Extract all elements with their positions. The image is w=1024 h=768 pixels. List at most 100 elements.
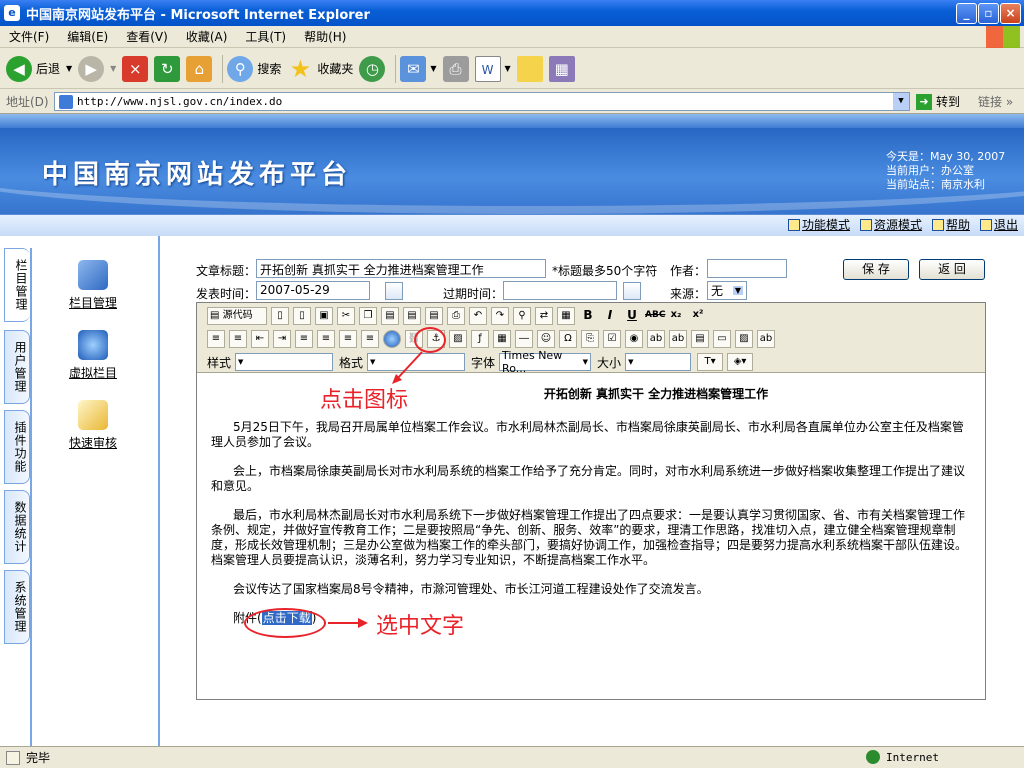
title-input[interactable]: 开拓创新 真抓实干 全力推进档案管理工作 xyxy=(256,259,546,278)
chevron-down-icon[interactable]: ▼ xyxy=(505,64,511,73)
paste-icon[interactable]: ▤ xyxy=(381,307,399,325)
tab-column-management[interactable]: 栏目管理 xyxy=(4,248,30,322)
links-button[interactable]: 链接 » xyxy=(978,93,1013,110)
style-select[interactable] xyxy=(235,353,334,371)
close-button[interactable]: × xyxy=(1000,3,1021,24)
bold-icon[interactable]: B xyxy=(579,307,597,325)
home-button[interactable]: ⌂ xyxy=(186,52,213,86)
select-all-icon[interactable]: ▦ xyxy=(557,307,575,325)
menu-view[interactable]: 查看(V) xyxy=(117,28,177,45)
expire-input[interactable] xyxy=(503,281,617,300)
smiley-icon[interactable]: ☺ xyxy=(537,330,555,348)
search-button[interactable]: ⚲ 搜索 xyxy=(227,52,281,86)
forward-button[interactable]: ▶ ▼ xyxy=(78,52,116,86)
back-button[interactable]: ◀ 后退 ▼ xyxy=(6,52,72,86)
stop-button[interactable]: × xyxy=(122,52,149,86)
nav-function-mode[interactable]: 功能模式 xyxy=(787,216,850,233)
back-button[interactable]: 返 回 xyxy=(919,259,985,280)
refresh-button[interactable]: ↻ xyxy=(154,52,181,86)
redo-icon[interactable]: ↷ xyxy=(491,307,509,325)
chevron-down-icon[interactable]: ▼ xyxy=(66,64,72,73)
find-icon[interactable]: ⚲ xyxy=(513,307,531,325)
page-break-icon[interactable]: ⎘ xyxy=(581,330,599,348)
calendar-icon[interactable] xyxy=(623,282,641,300)
background-color-icon[interactable]: ◈▾ xyxy=(727,353,754,371)
sidebar-item-virtual-column[interactable]: 虚拟栏目 xyxy=(60,330,126,381)
nav-help[interactable]: 帮助 xyxy=(931,216,970,233)
calendar-icon[interactable] xyxy=(385,282,403,300)
menu-tools[interactable]: 工具(T) xyxy=(236,28,295,45)
research-button[interactable]: ▦ xyxy=(548,52,575,86)
chevron-down-icon[interactable]: ▼ xyxy=(110,64,116,73)
go-button[interactable]: ➜ 转到 xyxy=(916,93,960,110)
pubdate-input[interactable]: 2007-05-29 xyxy=(256,281,370,300)
save-button[interactable]: 保 存 xyxy=(843,259,909,280)
checkbox-icon[interactable]: ☑ xyxy=(603,330,621,348)
menu-favorites[interactable]: 收藏(A) xyxy=(177,28,237,45)
edit-button[interactable]: W ▼ xyxy=(474,52,511,86)
sidebar-item-column-management[interactable]: 栏目管理 xyxy=(60,260,126,311)
align-left-icon[interactable]: ≡ xyxy=(295,330,313,348)
restore-button[interactable]: ▫ xyxy=(978,3,999,24)
author-input[interactable] xyxy=(707,259,787,278)
document-body[interactable]: 开拓创新 真抓实干 全力推进档案管理工作 5月25日下午，我局召开局属单位档案工… xyxy=(197,373,985,699)
horizontal-rule-icon[interactable]: ― xyxy=(515,330,533,348)
ordered-list-icon[interactable]: ≡ xyxy=(207,330,225,348)
insert-table-icon[interactable]: ▦ xyxy=(493,330,511,348)
insert-flash-icon[interactable]: ƒ xyxy=(471,330,489,348)
text-color-icon[interactable]: T▾ xyxy=(697,353,724,371)
discuss-button[interactable] xyxy=(516,52,543,86)
menu-file[interactable]: 文件(F) xyxy=(0,28,58,45)
nav-logout[interactable]: 退出 xyxy=(979,216,1018,233)
image-button-icon[interactable]: ▨ xyxy=(735,330,753,348)
textarea-icon[interactable]: ab xyxy=(669,330,687,348)
preview-icon[interactable]: ▯ xyxy=(293,307,311,325)
align-right-icon[interactable]: ≡ xyxy=(339,330,357,348)
textfield-icon[interactable]: ab xyxy=(647,330,665,348)
font-select[interactable]: Times New Ro... xyxy=(499,349,592,375)
paste-word-icon[interactable]: ▤ xyxy=(425,307,443,325)
source-select[interactable]: 无 ▼ xyxy=(707,281,747,300)
size-select[interactable] xyxy=(625,353,692,371)
menu-help[interactable]: 帮助(H) xyxy=(295,28,355,45)
paste-text-icon[interactable]: ▤ xyxy=(403,307,421,325)
save-doc-icon[interactable]: ▣ xyxy=(315,307,333,325)
tab-system-management[interactable]: 系统管理 xyxy=(4,570,30,644)
cut-icon[interactable]: ✂ xyxy=(337,307,355,325)
justify-icon[interactable]: ≡ xyxy=(361,330,379,348)
indent-icon[interactable]: ⇥ xyxy=(273,330,291,348)
address-dropdown-icon[interactable]: ▼ xyxy=(893,93,909,110)
insert-link-icon[interactable] xyxy=(383,330,401,348)
superscript-icon[interactable]: x² xyxy=(689,307,707,325)
copy-icon[interactable]: ❐ xyxy=(359,307,377,325)
address-input[interactable]: http://www.njsl.gov.cn/index.do ▼ xyxy=(54,92,910,111)
menu-edit[interactable]: 编辑(E) xyxy=(58,28,117,45)
nav-resource-mode[interactable]: 资源模式 xyxy=(859,216,922,233)
italic-icon[interactable]: I xyxy=(601,307,619,325)
unordered-list-icon[interactable]: ≡ xyxy=(229,330,247,348)
favorites-button[interactable]: ★ 收藏夹 xyxy=(287,52,354,86)
align-center-icon[interactable]: ≡ xyxy=(317,330,335,348)
print-button[interactable]: ⎙ xyxy=(442,52,469,86)
hidden-field-icon[interactable]: ab xyxy=(757,330,775,348)
replace-icon[interactable]: ⇄ xyxy=(535,307,553,325)
tab-user-management[interactable]: 用户管理 xyxy=(4,330,30,404)
tab-data-statistics[interactable]: 数据统计 xyxy=(4,490,30,564)
undo-icon[interactable]: ↶ xyxy=(469,307,487,325)
mail-button[interactable]: ✉ ▼ xyxy=(400,52,437,86)
sidebar-item-quick-review[interactable]: 快速审核 xyxy=(60,400,126,451)
print-icon[interactable]: ⎙ xyxy=(447,307,465,325)
radio-icon[interactable]: ◉ xyxy=(625,330,643,348)
chevron-down-icon[interactable]: ▼ xyxy=(430,64,436,73)
outdent-icon[interactable]: ⇤ xyxy=(251,330,269,348)
strikethrough-icon[interactable]: ABC xyxy=(645,307,665,325)
tab-plugin-functions[interactable]: 插件功能 xyxy=(4,410,30,484)
button-field-icon[interactable]: ▭ xyxy=(713,330,731,348)
new-doc-icon[interactable]: ▯ xyxy=(271,307,289,325)
source-code-button[interactable]: ▤ 源代码 xyxy=(207,307,267,325)
subscript-icon[interactable]: x₂ xyxy=(667,307,685,325)
underline-icon[interactable]: U xyxy=(623,307,641,325)
minimize-button[interactable]: _ xyxy=(956,3,977,24)
history-button[interactable]: ◷ xyxy=(359,52,386,86)
select-field-icon[interactable]: ▤ xyxy=(691,330,709,348)
